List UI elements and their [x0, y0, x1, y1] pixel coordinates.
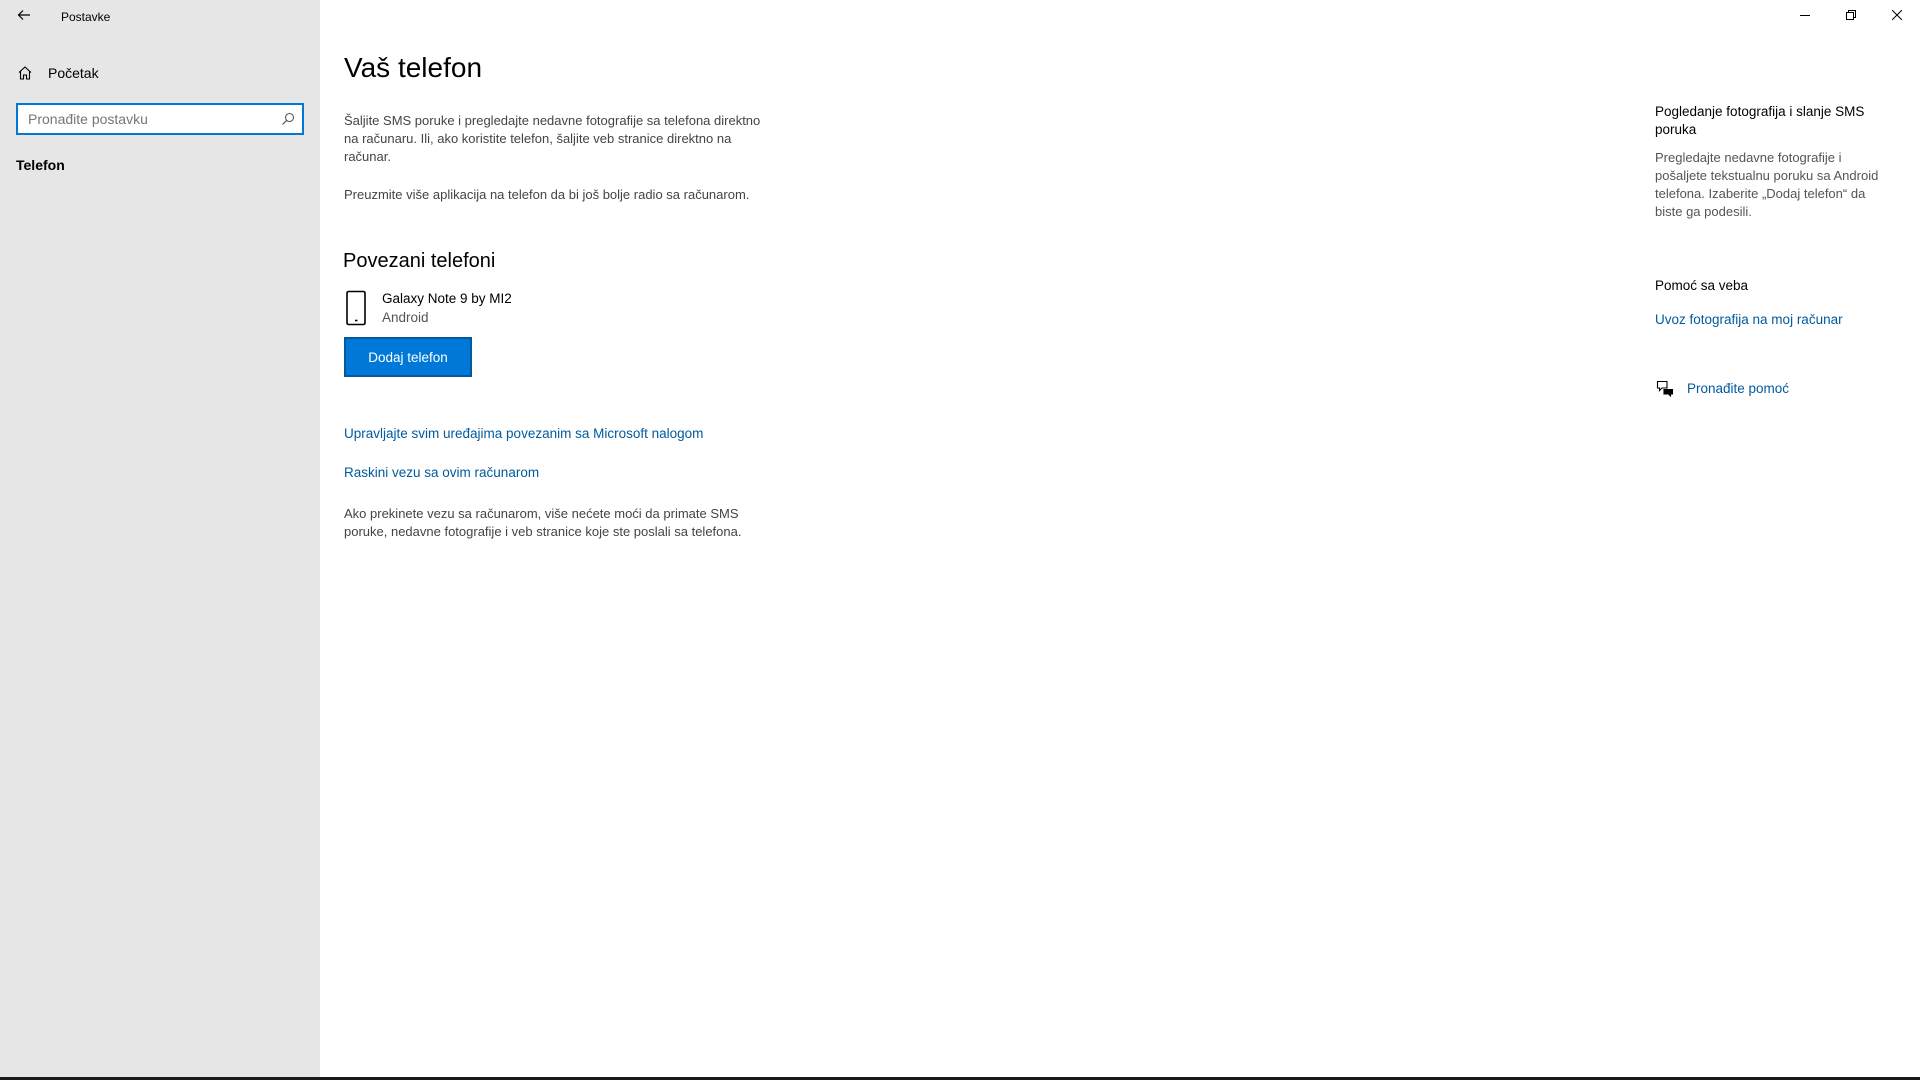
related-heading: Pogledanje fotografija i slanje SMS poru…: [1655, 104, 1865, 137]
related-description: Pregledajte nedavne fotografije i pošalj…: [1655, 150, 1879, 219]
sidebar-section-phone[interactable]: Telefon: [16, 157, 65, 173]
sidebar-item-label: Početak: [48, 65, 99, 81]
settings-window: Postavke Početak Telefon: [0, 0, 1920, 1080]
chat-icon: [1655, 378, 1675, 398]
disconnect-note: Ako prekinete vezu sa računarom, više ne…: [344, 506, 742, 539]
search-icon[interactable]: [274, 105, 302, 133]
home-icon: [17, 65, 33, 81]
linked-device[interactable]: Galaxy Note 9 by MI2 Android: [344, 289, 512, 327]
device-info: Galaxy Note 9 by MI2 Android: [382, 289, 512, 327]
find-help-link[interactable]: Pronađite pomoć: [1655, 378, 1789, 398]
device-name: Galaxy Note 9 by MI2: [382, 291, 512, 306]
disconnect-link[interactable]: Raskini vezu sa ovim računarom: [344, 465, 539, 480]
page-title: Vaš telefon: [344, 52, 483, 83]
restore-icon: [1846, 7, 1856, 25]
linked-phones-title: Povezani telefoni: [343, 250, 496, 272]
page-description: Šaljite SMS poruke i pregledajte nedavne…: [344, 113, 761, 164]
close-button[interactable]: [1874, 0, 1920, 32]
back-button[interactable]: [0, 0, 48, 34]
window-controls: [1782, 0, 1920, 32]
device-os: Android: [382, 310, 429, 325]
find-help-label: Pronađite pomoć: [1687, 380, 1790, 396]
title-bar: Postavke: [0, 0, 320, 34]
apps-note: Preuzmite više aplikacija na telefon da …: [344, 187, 750, 202]
add-phone-button[interactable]: Dodaj telefon: [344, 337, 472, 377]
minimize-button[interactable]: [1782, 0, 1828, 32]
import-photos-link[interactable]: Uvoz fotografija na moj računar: [1655, 312, 1843, 327]
web-help-heading: Pomoć sa veba: [1655, 278, 1749, 293]
phone-icon: [344, 289, 368, 327]
sidebar-item-home[interactable]: Početak: [0, 54, 320, 92]
sidebar: Postavke Početak Telefon: [0, 0, 320, 1077]
restore-button[interactable]: [1828, 0, 1874, 32]
close-icon: [1891, 7, 1903, 25]
app-title: Postavke: [61, 10, 111, 24]
back-arrow-icon: [16, 7, 32, 28]
search-input[interactable]: [18, 105, 274, 133]
minimize-icon: [1800, 7, 1810, 25]
manage-devices-link[interactable]: Upravljajte svim uređajima povezanim sa …: [344, 426, 703, 441]
search-box[interactable]: [16, 103, 304, 135]
